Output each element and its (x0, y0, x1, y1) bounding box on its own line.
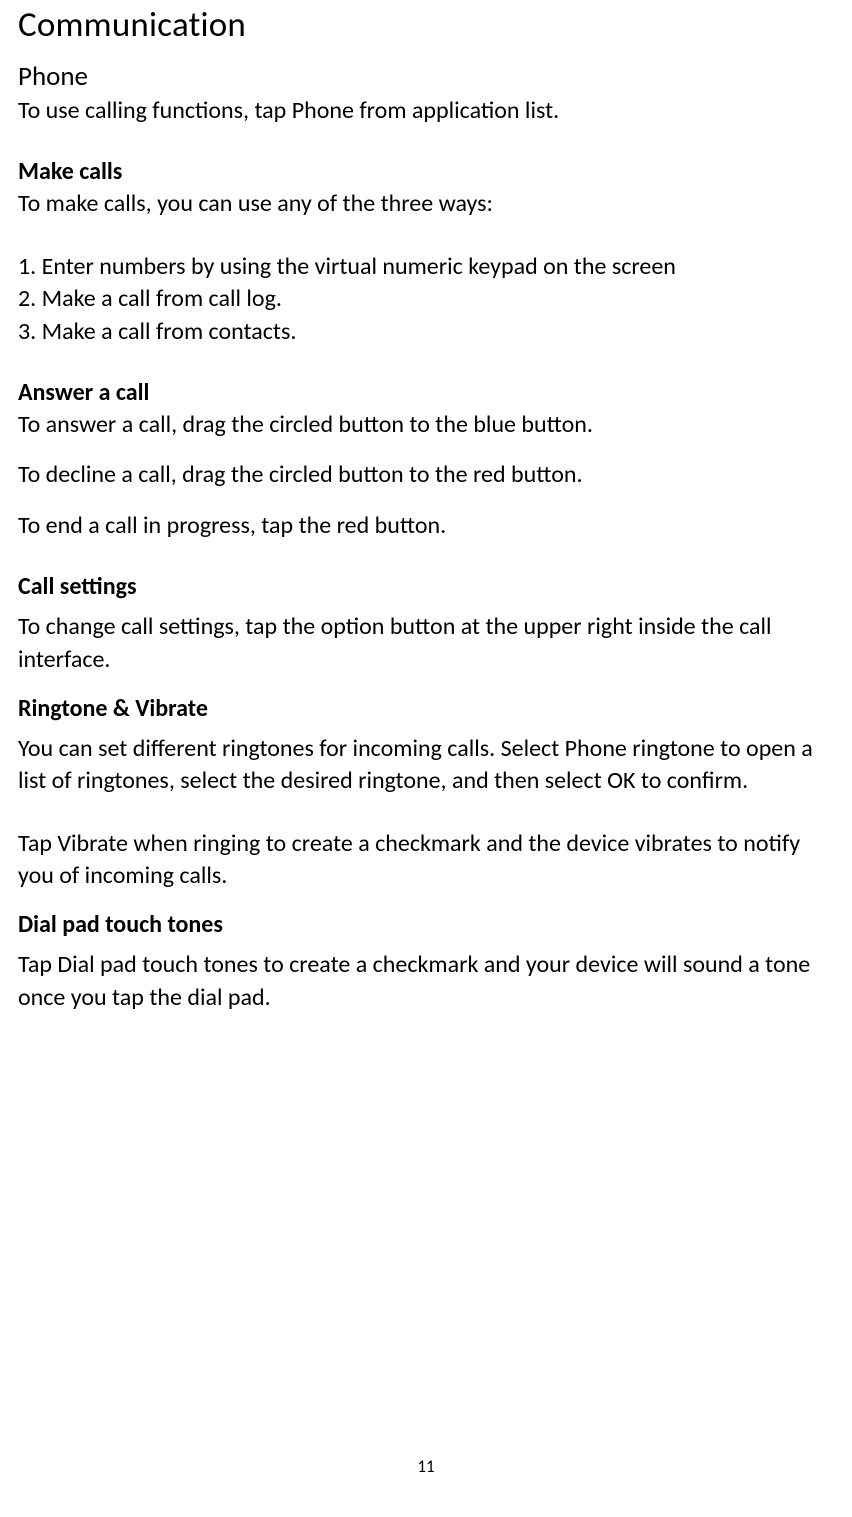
subheading-call-settings: Call settings (18, 572, 834, 601)
page-number: 11 (0, 1456, 852, 1477)
page-title: Communication (18, 4, 834, 46)
section-heading-phone: Phone (18, 60, 834, 93)
phone-intro-text: To use calling functions, tap Phone from… (18, 95, 834, 127)
subheading-ringtone-vibrate: Ringtone & Vibrate (18, 694, 834, 723)
make-calls-item-3: 3. Make a call from contacts. (18, 316, 834, 348)
subheading-dialpad-tones: Dial pad touch tones (18, 910, 834, 939)
subheading-answer-call: Answer a call (18, 378, 834, 407)
subheading-make-calls: Make calls (18, 157, 834, 186)
make-calls-item-1: 1. Enter numbers by using the virtual nu… (18, 251, 834, 283)
ringtone-p1: You can set different ringtones for inco… (18, 733, 834, 798)
answer-call-p1: To answer a call, drag the circled butto… (18, 409, 834, 441)
dialpad-p1: Tap Dial pad touch tones to create a che… (18, 949, 834, 1014)
answer-call-p2: To decline a call, drag the circled butt… (18, 459, 834, 491)
make-calls-intro: To make calls, you can use any of the th… (18, 188, 834, 220)
answer-call-p3: To end a call in progress, tap the red b… (18, 510, 834, 542)
ringtone-p2: Tap Vibrate when ringing to create a che… (18, 828, 834, 893)
call-settings-p1: To change call settings, tap the option … (18, 611, 834, 676)
make-calls-item-2: 2. Make a call from call log. (18, 283, 834, 315)
